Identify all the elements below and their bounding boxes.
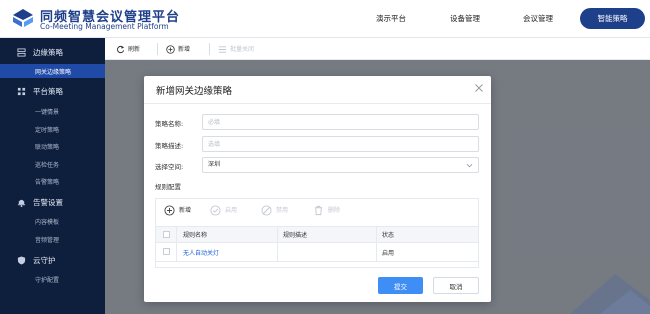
chevron-down-icon: [466, 163, 473, 168]
rule-table-header: 规则名称 规则描述 状态: [156, 226, 478, 243]
nav-device-management[interactable]: 设备管理: [450, 13, 480, 24]
check-circle-icon: [210, 205, 221, 216]
sidebar-item-alarm-strategy[interactable]: 告警策略: [0, 174, 105, 188]
rule-config-panel: 新增 启用 禁用 删除 规则名称 规则描述 状态 无人自动关灯 启用: [155, 198, 479, 268]
rule-name-link[interactable]: 无人自动关灯: [183, 243, 219, 261]
submit-button[interactable]: 提交: [378, 277, 423, 294]
nav-demo-platform[interactable]: 演示平台: [376, 13, 406, 24]
cancel-button[interactable]: 取消: [433, 277, 479, 294]
rule-disable-button[interactable]: 禁用: [261, 205, 288, 216]
dialog-title: 新增网关边缘策略: [156, 86, 233, 97]
refresh-icon: [117, 45, 125, 54]
rule-enable-button[interactable]: 启用: [210, 205, 237, 216]
space-select[interactable]: 深圳: [202, 157, 479, 173]
new-strategy-dialog: 新增网关边缘策略 策略名称: 策略描述: 选择空间: 深圳 规则配置 新增 启用…: [144, 76, 491, 302]
logo-icon: [13, 9, 33, 27]
sidebar-group-platform-strategy[interactable]: 平台策略: [0, 82, 105, 100]
sidebar-item-content-template[interactable]: 内容模板: [0, 214, 105, 228]
select-all-checkbox[interactable]: [163, 231, 170, 238]
trash-icon: [314, 205, 323, 216]
column-header-rule-description: 规则描述: [283, 232, 308, 239]
sidebar-item-guard-config[interactable]: 守护配置: [0, 272, 105, 286]
close-icon[interactable]: [474, 83, 484, 93]
rule-delete-button[interactable]: 删除: [313, 205, 340, 216]
toolbar-divider: [209, 43, 210, 55]
shield-icon: [17, 256, 26, 265]
list-icon: [218, 46, 227, 53]
grid-icon: [17, 87, 26, 96]
row-checkbox[interactable]: [163, 248, 170, 255]
sidebar-group-cloud-guard[interactable]: 云守护: [0, 251, 105, 269]
sidebar-group-edge-strategy[interactable]: 边缘策略: [0, 43, 105, 61]
layers-icon: [17, 48, 26, 57]
toolbar-divider: [157, 43, 158, 55]
column-header-status: 状态: [382, 232, 395, 239]
strategy-name-label: 策略名称:: [155, 120, 184, 128]
strategy-name-input[interactable]: [202, 114, 479, 130]
nav-smart-strategy[interactable]: 智能策略: [580, 8, 645, 29]
app-subtitle: Co-Meeting Management Platform: [40, 22, 169, 31]
add-button[interactable]: 新增: [166, 44, 190, 54]
sidebar-item-one-key-scene[interactable]: 一键情景: [0, 104, 105, 118]
sidebar-item-linkage-strategy[interactable]: 联动策略: [0, 139, 105, 153]
strategy-description-label: 策略描述:: [155, 142, 184, 150]
rule-add-button[interactable]: 新增: [164, 205, 191, 216]
sidebar: 边缘策略 网关边缘策略 平台策略 一键情景 定时策略 联动策略 巡检任务 告警策…: [0, 38, 105, 314]
sidebar-item-gateway-edge-strategy[interactable]: 网关边缘策略: [0, 64, 105, 78]
strategy-description-input[interactable]: [202, 136, 479, 152]
sidebar-item-audio-management[interactable]: 音频管理: [0, 232, 105, 246]
top-header: 同频智慧会议管理平台 Co-Meeting Management Platfor…: [0, 0, 650, 38]
dialog-divider: [144, 103, 491, 104]
table-row[interactable]: 无人自动关灯 启用: [156, 243, 478, 262]
space-select-label: 选择空间:: [155, 163, 184, 171]
column-header-rule-name: 规则名称: [183, 232, 208, 239]
nav-meeting-management[interactable]: 会议管理: [523, 13, 553, 24]
bell-icon: [17, 199, 26, 207]
plus-circle-icon: [166, 45, 175, 54]
space-select-value: 深圳: [208, 161, 221, 168]
rule-status-cell: 启用: [382, 249, 395, 257]
ban-icon: [261, 205, 272, 216]
rule-config-label: 规则配置: [155, 183, 181, 191]
sidebar-item-inspection-task[interactable]: 巡检任务: [0, 157, 105, 171]
page-toolbar: 刷新 新增 批量关闭: [105, 38, 650, 60]
sidebar-group-alarm-settings[interactable]: 告警设置: [0, 193, 105, 211]
sidebar-item-timed-strategy[interactable]: 定时策略: [0, 122, 105, 136]
background-illustration: [570, 274, 650, 314]
plus-circle-icon: [164, 205, 175, 216]
batch-disable-button[interactable]: 批量关闭: [218, 44, 254, 54]
refresh-button[interactable]: 刷新: [116, 44, 140, 54]
